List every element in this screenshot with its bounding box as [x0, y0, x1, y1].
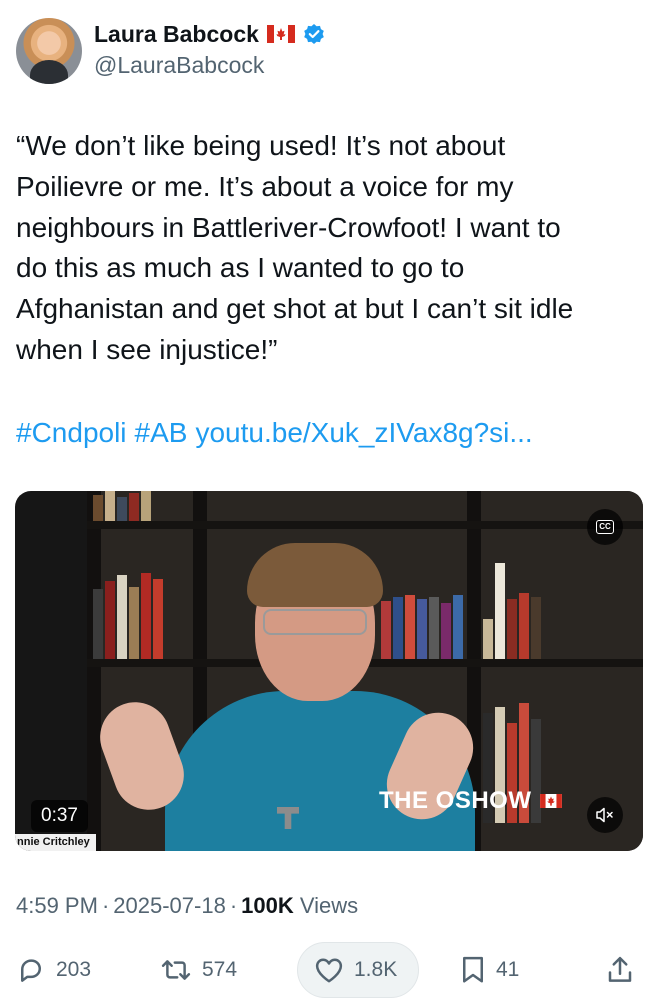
meta-separator: · — [229, 893, 238, 918]
reply-button[interactable]: 203 — [16, 940, 91, 1000]
mute-icon — [596, 807, 613, 823]
views-label: Views — [299, 893, 359, 918]
tweet-header: Laura Babcock @LauraBabcock — [16, 18, 642, 88]
like-count: 1.8K — [354, 958, 398, 981]
bookmark-icon — [463, 956, 483, 983]
repost-button[interactable]: 574 — [160, 940, 237, 1000]
bookmark-button[interactable]: 41 — [460, 940, 519, 1000]
watermark-text: THE OSHOW — [379, 787, 532, 814]
tweet-links: #Cndpoli #AB youtu.be/Xuk_zIVax8g?si... — [16, 413, 642, 453]
url-link[interactable]: youtu.be/Xuk_zIVax8g?si... — [195, 417, 532, 448]
views-count: 100K — [241, 893, 294, 918]
canada-flag-icon — [539, 794, 562, 808]
share-icon — [608, 956, 632, 982]
hashtag-link[interactable]: #AB — [135, 417, 188, 448]
video-subject-glasses — [263, 609, 367, 635]
author-name-row: Laura Babcock — [94, 18, 325, 50]
closed-captions-icon: CC — [596, 520, 614, 534]
video-lower-third-name: nnie Critchley — [15, 834, 96, 851]
canada-flag-icon — [266, 25, 295, 43]
author-handle[interactable]: @LauraBabcock — [94, 52, 264, 79]
repost-count: 574 — [202, 958, 238, 981]
tweet-text: “We don’t like being used! It’s not abou… — [16, 130, 574, 365]
mute-button[interactable] — [587, 797, 623, 833]
meta-separator: · — [101, 893, 110, 918]
tweet-time[interactable]: 4:59 PM — [16, 893, 98, 918]
video-watermark: THE OSHOW — [379, 787, 562, 815]
tweet-meta: 4:59 PM · 2025-07-18 · 100K Views — [16, 893, 358, 919]
tweet-actions: 203 574 1.8K 41 — [0, 940, 658, 1000]
closed-captions-button[interactable]: CC — [587, 509, 623, 545]
repost-icon — [161, 960, 191, 980]
avatar[interactable] — [16, 18, 82, 84]
verified-badge-icon — [304, 24, 324, 44]
hashtag-link[interactable]: #Cndpoli — [16, 417, 127, 448]
author-name[interactable]: Laura Babcock — [94, 21, 259, 48]
reply-count: 203 — [56, 958, 92, 981]
share-button[interactable] — [606, 940, 634, 1000]
video-subject-hair — [247, 543, 383, 607]
video-player[interactable]: CC THE OSHOW 0:37 nnie Critchley — [15, 491, 643, 851]
tweet-date[interactable]: 2025-07-18 — [113, 893, 226, 918]
reply-icon — [21, 959, 41, 982]
like-button[interactable]: 1.8K — [314, 940, 397, 1000]
like-icon — [315, 958, 343, 983]
video-duration: 0:37 — [31, 800, 88, 832]
bookmark-count: 41 — [496, 958, 520, 981]
